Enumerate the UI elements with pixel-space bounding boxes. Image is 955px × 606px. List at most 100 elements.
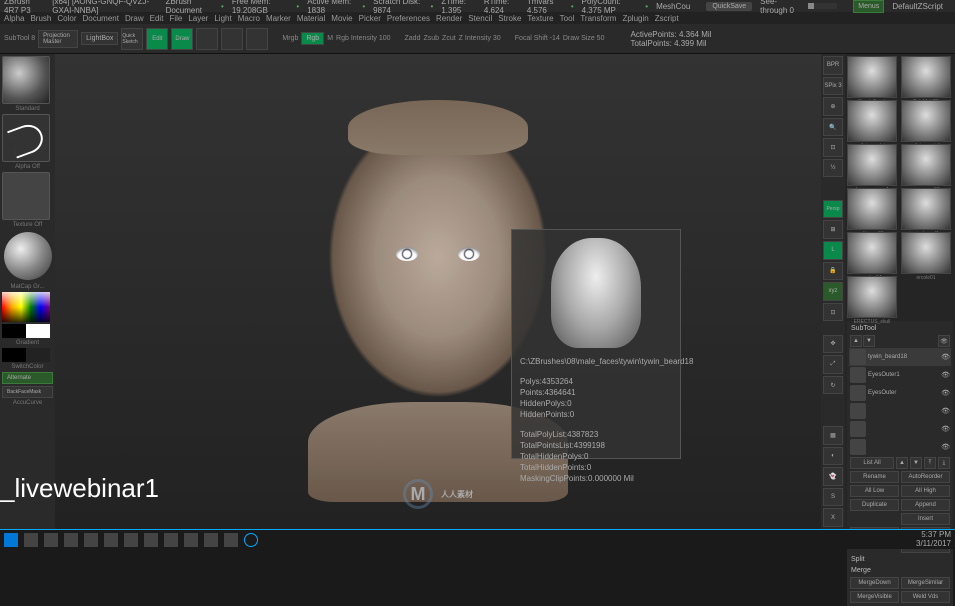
quicksketch-button[interactable]: Quick Sketch [121, 28, 143, 50]
subtool-item[interactable]: 👁 [849, 402, 951, 420]
seethrough-slider[interactable] [808, 3, 838, 9]
brush-thumb[interactable] [2, 56, 50, 104]
tool-thumb-silvio_sculpt[interactable]: silvio_sculpt [847, 100, 897, 142]
menu-document[interactable]: Document [83, 14, 119, 23]
alpha-thumb[interactable] [2, 172, 50, 220]
menu-color[interactable]: Color [57, 14, 76, 23]
menu-stencil[interactable]: Stencil [468, 14, 492, 23]
alternate-button[interactable]: Alternate [2, 372, 53, 384]
material-thumb[interactable] [4, 232, 52, 280]
menu-marker[interactable]: Marker [266, 14, 291, 23]
local-button[interactable]: L [823, 241, 843, 260]
menu-tool[interactable]: Tool [560, 14, 575, 23]
accucurve-button[interactable]: AccuCurve [2, 400, 53, 406]
menu-stroke[interactable]: Stroke [498, 14, 521, 23]
menu-layer[interactable]: Layer [188, 14, 208, 23]
subtool-item[interactable]: 👁 [849, 438, 951, 456]
rgb-button[interactable]: Rgb [301, 32, 324, 45]
color-picker[interactable] [2, 292, 50, 322]
arrow-up-icon[interactable]: ▲ [850, 335, 862, 347]
polyframe-button[interactable]: ▦ [823, 426, 843, 445]
menu-brush[interactable]: Brush [30, 14, 51, 23]
menu-preferences[interactable]: Preferences [387, 14, 430, 23]
scale-button[interactable] [221, 28, 243, 50]
tool-thumb-tywin_beard18[interactable]: tywin_beard1... [901, 188, 951, 230]
search-icon[interactable] [24, 533, 38, 547]
visibility-icon[interactable]: 👁 [941, 389, 950, 397]
app-icon[interactable] [124, 533, 138, 547]
menu-light[interactable]: Light [214, 14, 231, 23]
autoreorder-button[interactable]: AutoReorder [901, 471, 950, 483]
explorer-icon[interactable] [64, 533, 78, 547]
tool-thumb-ercole_01[interactable]: ercole01 [901, 232, 951, 274]
menu-texture[interactable]: Texture [527, 14, 553, 23]
windows-taskbar[interactable]: 5:37 PM 3/11/2017 [0, 529, 955, 549]
xyz-button[interactable]: xyz [823, 282, 843, 301]
menu-material[interactable]: Material [297, 14, 325, 23]
app-icon[interactable] [184, 533, 198, 547]
seethrough-control[interactable]: See-through 0 [760, 0, 845, 15]
tool-thumb-susanna_00[interactable]: susanna_00 [901, 144, 951, 186]
mergesimilar-button[interactable]: MergeSimilar [901, 577, 950, 589]
floor-button[interactable]: ⊞ [823, 220, 843, 239]
solo-button[interactable]: S [823, 488, 843, 507]
aahalf-button[interactable]: ½ [823, 159, 843, 178]
persp-button[interactable]: Persp [823, 200, 843, 219]
merge-section[interactable]: Merge [849, 565, 951, 576]
ghost-button[interactable]: 👻 [823, 467, 843, 486]
app-icon[interactable] [144, 533, 158, 547]
edge-icon[interactable] [84, 533, 98, 547]
backfacemask-button[interactable]: BackFaceMask [2, 386, 53, 398]
visibility-icon[interactable]: 👁 [941, 353, 950, 361]
subtool-item[interactable]: tywin_beard18👁 [849, 348, 951, 366]
alllow-button[interactable]: All Low [850, 485, 899, 497]
scroll-button[interactable]: ⊕ [823, 97, 843, 116]
menu-transform[interactable]: Transform [580, 14, 616, 23]
duplicate-button[interactable]: Duplicate [850, 499, 899, 511]
menu-edit[interactable]: Edit [150, 14, 164, 23]
tool-thumb-silvio_scaief[interactable]: silvio_scaief [901, 100, 951, 142]
tool-thumb-erectus_skull[interactable]: ERECTUS_skull [847, 276, 897, 318]
draw-size[interactable]: Draw Size 50 [563, 35, 605, 42]
listall-button[interactable]: List All [850, 457, 894, 469]
insert-button[interactable]: Insert [901, 513, 950, 525]
visibility-icon[interactable]: 👁 [941, 443, 950, 451]
menu-macro[interactable]: Macro [238, 14, 260, 23]
mrgb-button[interactable]: Mrgb [282, 35, 298, 42]
frame-button[interactable]: ⊡ [823, 303, 843, 322]
app-icon[interactable] [204, 533, 218, 547]
down-icon[interactable]: ▼ [910, 457, 922, 469]
transp-button[interactable]: ◐ [823, 447, 843, 466]
rename-button[interactable]: Rename [850, 471, 899, 483]
zadd-button[interactable]: Zadd [405, 35, 421, 42]
tool-thumb-african_00[interactable]: african_00 [847, 188, 897, 230]
taskview-icon[interactable] [44, 533, 58, 547]
visibility-icon[interactable]: 👁 [941, 371, 950, 379]
tool-thumb-faraone_eyes4[interactable]: faraone_eyes4 [847, 144, 897, 186]
zsub-button[interactable]: Zsub [423, 35, 439, 42]
move-tool[interactable]: ✥ [823, 335, 843, 354]
visibility-icon[interactable]: 👁 [941, 407, 950, 415]
color-swatch[interactable] [2, 324, 50, 338]
spix-button[interactable]: SPix 3 [823, 77, 843, 96]
switchcolor-button[interactable]: SwitchColor [2, 364, 53, 370]
recording-icon[interactable] [244, 533, 258, 547]
visibility-icon[interactable]: 👁 [941, 425, 950, 433]
move-button[interactable] [196, 28, 218, 50]
xpose-button[interactable]: X [823, 508, 843, 527]
split-section[interactable]: Split [849, 554, 951, 565]
menu-picker[interactable]: Picker [359, 14, 381, 23]
allhigh-button[interactable]: All High [901, 485, 950, 497]
gradient-label[interactable]: Gradient [2, 340, 53, 346]
up-icon[interactable]: ▲ [896, 457, 908, 469]
m-button[interactable]: M [327, 35, 333, 42]
menu-file[interactable]: File [169, 14, 182, 23]
lightbox-button[interactable]: LightBox [81, 32, 118, 45]
subtool-item[interactable]: 👁 [849, 420, 951, 438]
draw-button[interactable]: Draw [171, 28, 193, 50]
append-button[interactable]: Append [901, 499, 950, 511]
menu-zscript[interactable]: Zscript [655, 14, 679, 23]
menus-button[interactable]: Menus [853, 0, 884, 13]
mergevisible-button[interactable]: MergeVisible [850, 591, 899, 603]
scale-tool[interactable]: ⤢ [823, 355, 843, 374]
